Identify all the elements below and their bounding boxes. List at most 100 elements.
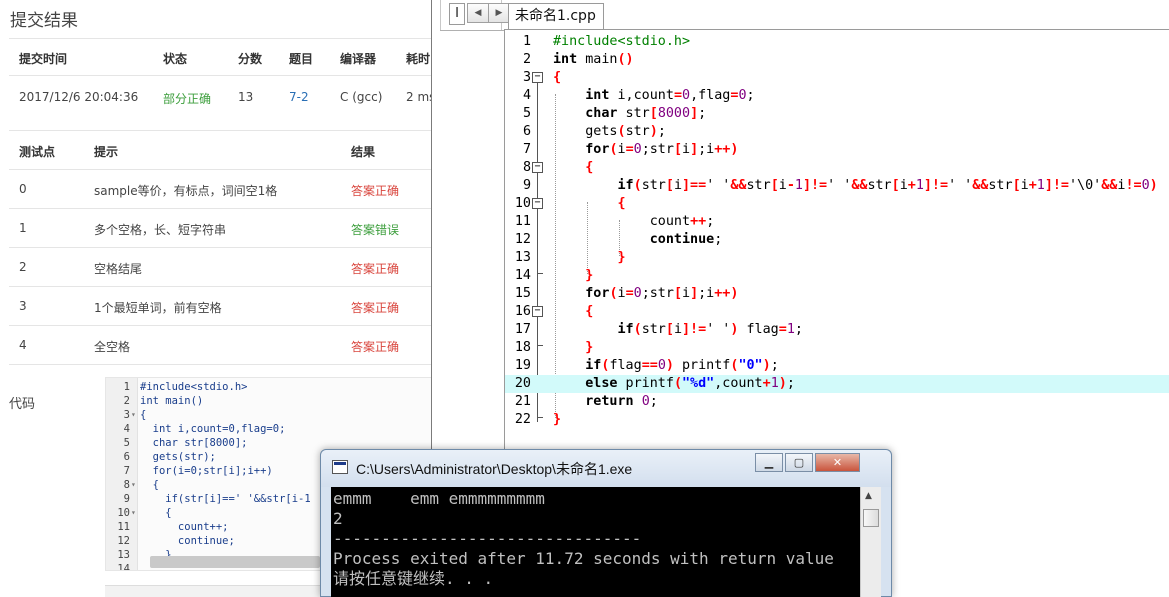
line-number: 11 (514, 214, 531, 229)
test-result: 答案错误 (351, 223, 400, 237)
code-line[interactable]: 14 } (505, 267, 1169, 285)
code-line[interactable]: 19 if(flag==0) printf("0"); (505, 357, 1169, 375)
test-result: 答案正确 (351, 262, 400, 276)
fold-toggle-icon[interactable]: − (532, 306, 543, 317)
console-window[interactable]: C:\Users\Administrator\Desktop\未命名1.exe … (320, 449, 892, 597)
line-number: 2 (123, 395, 130, 407)
code-line[interactable]: 9 if(str[i]==' '&&str[i-1]!=' '&&str[i+1… (505, 177, 1169, 195)
line-number: 13 (117, 549, 130, 561)
test-id: 3 (19, 299, 27, 313)
divider (9, 247, 439, 248)
code-line[interactable]: 13 } (505, 249, 1169, 267)
line-number: 18 (514, 340, 531, 355)
line-number: 22 (514, 412, 531, 427)
test-result: 答案正确 (351, 301, 400, 315)
code-line[interactable]: 21 return 0; (505, 393, 1169, 411)
code-text: { (585, 160, 594, 175)
submission-score: 13 (238, 90, 254, 104)
close-icon[interactable]: ✕ (815, 453, 860, 472)
header-result: 结果 (351, 145, 376, 159)
code-line[interactable]: 20 else printf("%d",count+1); (505, 375, 1169, 393)
code-line[interactable]: 2 int main() (505, 51, 1169, 69)
divider (9, 286, 439, 287)
code-line[interactable]: 7 for(i=0;str[i];i++) (505, 141, 1169, 159)
code-line[interactable]: 1 #include<stdio.h> (505, 33, 1169, 51)
line-number: 11 (117, 521, 130, 533)
minimize-icon[interactable]: ▁ (755, 453, 783, 472)
line-number: 4 (522, 88, 531, 103)
line-number: 21 (514, 394, 531, 409)
code-line: 1 #include<stdio.h> (106, 380, 439, 394)
divider (9, 364, 439, 365)
line-number: 5 (522, 106, 531, 121)
maximize-icon[interactable]: ▢ (785, 453, 813, 472)
code-text: { (553, 70, 562, 85)
code-text: for(i=0;str[i];i++) (585, 286, 739, 301)
code-text: if(str[i]!=' ') flag=1; (617, 322, 803, 337)
problem-link[interactable]: 7-2 (289, 90, 309, 104)
fold-toggle-icon[interactable]: − (532, 162, 543, 173)
tab-editor-file[interactable]: 未命名1.cpp (508, 3, 604, 29)
test-id: 1 (19, 221, 27, 235)
code-text: } (585, 268, 594, 283)
prev-tab-icon[interactable]: ◀ (467, 3, 489, 23)
line-number: 20 (514, 376, 531, 391)
fold-toggle-icon[interactable]: − (532, 72, 543, 83)
code-line[interactable]: 22} (505, 411, 1169, 429)
code-line[interactable]: 11 count++; (505, 213, 1169, 231)
submission-time: 2017/12/6 20:04:36 (19, 90, 139, 104)
test-hint: 多个空格，长、短字符串 (94, 223, 227, 237)
console-titlebar[interactable]: C:\Users\Administrator\Desktop\未命名1.exe … (321, 450, 891, 487)
code-text: continue; (140, 535, 235, 547)
code-line[interactable]: 4 int i,count=0,flag=0; (505, 87, 1169, 105)
code-line[interactable]: 12 continue; (505, 231, 1169, 249)
code-line[interactable]: 5 char str[8000]; (505, 105, 1169, 123)
code-line[interactable]: 17 if(str[i]!=' ') flag=1; (505, 321, 1169, 339)
line-number: 1 (123, 381, 130, 393)
horizontal-scrollbar[interactable] (150, 556, 320, 568)
header-problem: 题目 (289, 52, 314, 66)
project-tab[interactable]: I (449, 3, 465, 25)
code-label: 代码 (9, 397, 36, 412)
fold-toggle-icon[interactable]: ▾ (131, 478, 136, 492)
line-number: 9 (522, 178, 531, 193)
code-line[interactable]: 10− { (505, 195, 1169, 213)
code-line: 5 char str[8000]; (106, 436, 439, 450)
header-submit-time: 提交时间 (19, 52, 68, 66)
fold-toggle-icon[interactable]: ▾ (131, 506, 136, 520)
code-line[interactable]: 16− { (505, 303, 1169, 321)
code-line[interactable]: 3−{ (505, 69, 1169, 87)
next-tab-icon[interactable]: ▶ (488, 3, 510, 23)
code-text: int main() (553, 52, 634, 67)
test-hint: 全空格 (94, 340, 131, 354)
console-title: C:\Users\Administrator\Desktop\未命名1.exe (356, 461, 633, 477)
line-number: 19 (514, 358, 531, 373)
scroll-up-icon[interactable]: ▲ (865, 491, 872, 501)
line-number: 15 (514, 286, 531, 301)
console-scrollbar[interactable]: ▲ (860, 487, 881, 597)
scrollbar-thumb[interactable] (863, 509, 879, 527)
line-number: 10 (514, 196, 531, 211)
test-result: 答案正确 (351, 340, 400, 354)
code-text: { (617, 196, 626, 211)
line-number: 6 (522, 124, 531, 139)
code-line: 3 ▾ { (106, 408, 439, 422)
code-line[interactable]: 8− { (505, 159, 1169, 177)
line-number: 5 (123, 437, 130, 449)
console-line: 2 (333, 509, 343, 528)
code-line[interactable]: 18 } (505, 339, 1169, 357)
fold-toggle-icon[interactable]: − (532, 198, 543, 209)
console-output[interactable]: emmm emm emmmmmmmmm 2 --------------------… (331, 487, 860, 597)
code-text: char str[8000]; (140, 437, 248, 449)
code-line[interactable]: 6 gets(str); (505, 123, 1169, 141)
line-number: 8 (123, 479, 130, 491)
test-result: 答案正确 (351, 184, 400, 198)
test-id: 0 (19, 182, 27, 196)
line-number: 1 (522, 34, 531, 49)
code-line[interactable]: 15 for(i=0;str[i];i++) (505, 285, 1169, 303)
fold-toggle-icon[interactable]: ▾ (131, 408, 136, 422)
code-text: gets(str); (553, 124, 666, 139)
line-number: 14 (514, 268, 531, 283)
code-line: 4 int i,count=0,flag=0; (106, 422, 439, 436)
code-text: continue; (649, 232, 723, 247)
